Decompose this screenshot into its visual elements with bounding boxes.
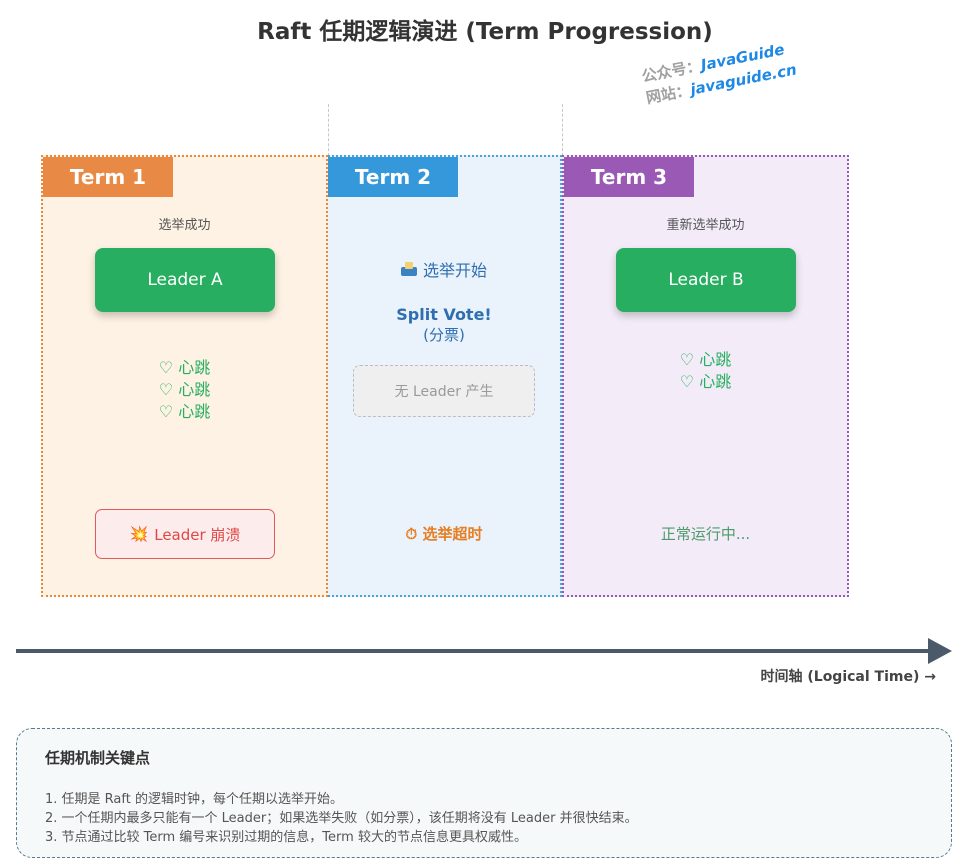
key-point-item: 1. 任期是 Raft 的逻辑时钟，每个任期以选举开始。: [45, 792, 343, 807]
term-1-tab: Term 1: [43, 157, 173, 197]
running-status: 正常运行中...: [660, 525, 751, 543]
heartbeat-label: ♡ 心跳: [158, 380, 211, 399]
election-start: 选举开始: [328, 257, 560, 281]
time-axis-arrowhead: [928, 638, 952, 664]
leader-b-box: Leader B: [616, 248, 796, 312]
leader-a-box: Leader A: [95, 248, 275, 312]
key-points-title: 任期机制关键点: [45, 749, 151, 767]
term-divider-guide: [562, 104, 563, 156]
election-start-label: 选举开始: [422, 261, 487, 280]
key-points-panel: 任期机制关键点 1. 任期是 Raft 的逻辑时钟，每个任期以选举开始。 2. …: [16, 728, 952, 858]
term-3-panel: Term 3 重新选举成功 Leader B ♡ 心跳 ♡ 心跳 正常运行中..…: [562, 155, 849, 597]
election-timeout-label: 选举超时: [422, 525, 483, 543]
term-3-heartbeats: ♡ 心跳 ♡ 心跳: [564, 349, 847, 393]
term-3-status: 重新选举成功: [666, 218, 745, 233]
no-leader-box: 无 Leader 产生: [353, 365, 535, 417]
term-1-panel: Term 1 选举成功 Leader A ♡ 心跳 ♡ 心跳 ♡ 心跳 💥 Le…: [41, 155, 328, 597]
collision-icon: 💥: [129, 525, 149, 543]
time-axis: [16, 649, 932, 653]
term-divider-guide: [328, 104, 329, 156]
heartbeat-label: ♡ 心跳: [679, 350, 732, 369]
term-2-panel: Term 2 选举开始 Split Vote! (分票) 无 Leader 产生…: [328, 155, 562, 597]
timer-icon: ⏱: [405, 525, 418, 543]
heartbeat-label: ♡ 心跳: [158, 358, 211, 377]
leader-crash-box: 💥 Leader 崩溃: [95, 509, 275, 559]
term-2-tab: Term 2: [328, 157, 458, 197]
heartbeat-label: ♡ 心跳: [679, 372, 732, 391]
page-title: Raft 任期逻辑演进 (Term Progression): [257, 19, 713, 45]
term-3-tab: Term 3: [564, 157, 694, 197]
election-timeout: ⏱ 选举超时: [328, 523, 560, 544]
term-1-heartbeats: ♡ 心跳 ♡ 心跳 ♡ 心跳: [43, 357, 326, 423]
watermark: 公众号：JavaGuide 网站：javaguide.cn: [640, 37, 799, 109]
term-1-status: 选举成功: [158, 218, 211, 233]
key-point-item: 3. 节点通过比较 Term 编号来识别过期的信息，Term 较大的节点信息更具…: [45, 830, 527, 845]
key-point-item: 2. 一个任期内最多只能有一个 Leader；如果选举失败（如分票），该任期将没…: [45, 811, 638, 826]
split-vote-label: Split Vote!: [396, 305, 492, 324]
heartbeat-label: ♡ 心跳: [158, 402, 211, 421]
ballot-box-icon: [400, 262, 417, 276]
split-vote-sub-label: (分票): [423, 326, 465, 344]
time-axis-label: 时间轴 (Logical Time) →: [760, 669, 937, 685]
leader-crash-label: Leader 崩溃: [154, 525, 241, 544]
